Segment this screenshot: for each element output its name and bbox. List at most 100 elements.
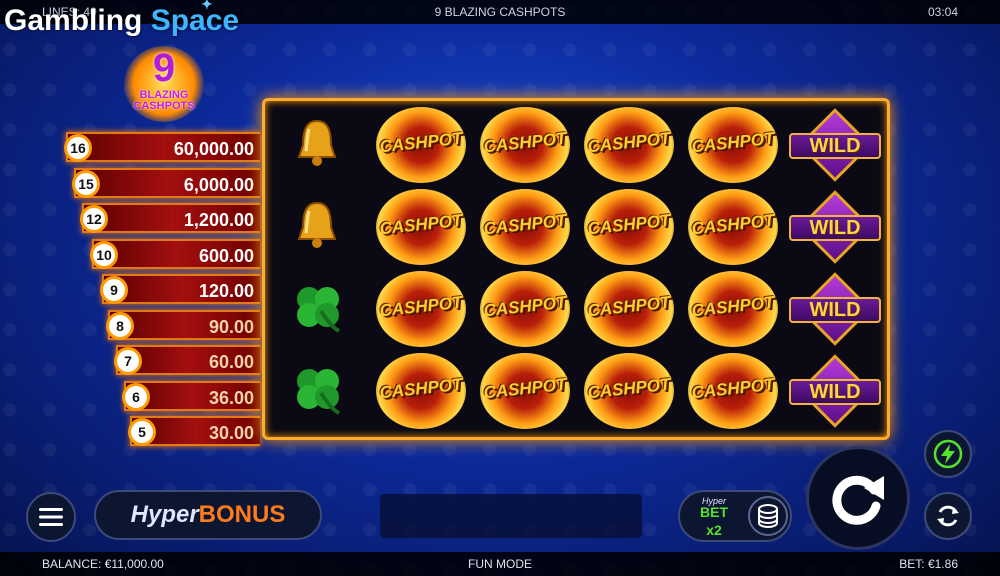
reel-cell-cashpot: CASHPOT xyxy=(579,269,679,349)
ladder-row: 16 60,000.00 xyxy=(64,132,260,162)
turbo-button[interactable] xyxy=(924,430,972,478)
bell-icon xyxy=(297,201,337,248)
logo-number: 9 xyxy=(152,46,176,90)
clover-icon xyxy=(297,287,340,333)
wild-label: WILD xyxy=(789,215,881,241)
ladder-row: 9 120.00 xyxy=(100,274,260,304)
cashpot-symbol: CASHPOT xyxy=(376,353,466,429)
spin-button[interactable] xyxy=(806,446,910,550)
mode-text: FUN MODE xyxy=(468,557,532,571)
bottom-bar: BALANCE: €11,000.00 FUN MODE BET: €1.86 xyxy=(0,552,1000,576)
stake-button[interactable] xyxy=(748,496,788,536)
reel-cell-cashpot: CASHPOT xyxy=(475,269,575,349)
reel-cell-wild: WILD xyxy=(785,269,885,349)
spin-arrow-icon xyxy=(832,475,884,525)
reel-grid: CASHPOT CASHPOT CASHPOT CASHPOT WILD CASHPOT C… xyxy=(262,98,890,440)
ladder-row: 10 600.00 xyxy=(90,238,260,269)
ladder-count: 10 xyxy=(90,240,118,269)
ladder-value: 90.00 xyxy=(208,316,254,337)
reel-cell-wild: WILD xyxy=(785,105,885,185)
ladder-count: 9 xyxy=(100,276,128,304)
cashpot-symbol: CASHPOT xyxy=(688,107,778,183)
ladder-count: 5 xyxy=(128,418,156,446)
cashpot-symbol: CASHPOT xyxy=(480,353,570,429)
ladder-row: 7 60.00 xyxy=(114,345,260,375)
bell-icon xyxy=(297,119,337,166)
cashpot-symbol: CASHPOT xyxy=(376,189,466,265)
wild-label: WILD xyxy=(789,133,881,159)
cashpot-label: CASHPOT xyxy=(690,210,776,239)
brand-watermark: Gambling Space ✦ xyxy=(4,0,240,38)
cashpot-symbol: CASHPOT xyxy=(376,271,466,347)
wild-symbol: WILD xyxy=(789,354,881,428)
reel-cell-clover xyxy=(267,269,367,349)
reel-cell-cashpot: CASHPOT xyxy=(683,105,783,185)
cashpot-symbol: CASHPOT xyxy=(376,107,466,183)
reel-cell-cashpot: CASHPOT xyxy=(475,105,575,185)
cashpot-label: CASHPOT xyxy=(482,374,568,403)
cashpot-symbol: CASHPOT xyxy=(480,271,570,347)
ladder-count: 16 xyxy=(64,134,92,162)
cashpot-label: CASHPOT xyxy=(690,374,776,403)
reel-cell-wild: WILD xyxy=(785,187,885,267)
hyper-label: Hyper xyxy=(130,501,199,528)
reel-cell-cashpot: CASHPOT xyxy=(371,351,471,431)
game-logo: 9 BLAZING CASHPOTS xyxy=(124,46,204,122)
reel-cell-cashpot: CASHPOT xyxy=(579,351,679,431)
bet-text: BET: €1.86 xyxy=(899,557,958,571)
cashpot-symbol: CASHPOT xyxy=(688,353,778,429)
cashpot-label: CASHPOT xyxy=(378,374,464,403)
cashpot-symbol: CASHPOT xyxy=(584,189,674,265)
brand-part1: Gambling xyxy=(4,4,143,37)
cashpot-symbol: CASHPOT xyxy=(584,107,674,183)
ladder-value: 36.00 xyxy=(208,387,254,408)
star-icon: ✦ xyxy=(201,0,213,12)
reel-cell-cashpot: CASHPOT xyxy=(371,269,471,349)
ladder-value: 6,000.00 xyxy=(183,174,254,195)
ladder-value: 30.00 xyxy=(208,423,254,443)
cashpot-label: CASHPOT xyxy=(482,210,568,239)
hyper-bonus-button[interactable]: HyperBONUS xyxy=(94,490,322,540)
wild-symbol: WILD xyxy=(789,108,881,182)
wild-symbol: WILD xyxy=(789,272,881,346)
wild-label: WILD xyxy=(789,297,881,323)
ladder-row: 5 30.00 xyxy=(128,416,260,446)
clock: 03:04 xyxy=(927,5,958,19)
reel-cell-cashpot: CASHPOT xyxy=(683,187,783,267)
ladder-row: 12 1,200.00 xyxy=(80,203,260,233)
clover-icon xyxy=(297,369,340,415)
ladder-count: 12 xyxy=(80,205,108,233)
brand-part2: Space xyxy=(150,4,240,37)
logo-line2: CASHPOTS xyxy=(133,100,195,112)
cashpot-label: CASHPOT xyxy=(586,210,672,239)
wild-symbol: WILD xyxy=(789,190,881,264)
cashpot-symbol: CASHPOT xyxy=(480,107,570,183)
hyperbet-multiplier: x2 xyxy=(706,522,722,538)
ladder-value: 60.00 xyxy=(208,352,254,372)
reel-cell-clover xyxy=(267,351,367,431)
reel-cell-bell xyxy=(267,187,367,267)
reel-cell-cashpot: CASHPOT xyxy=(579,105,679,185)
ladder-value: 60,000.00 xyxy=(173,139,254,159)
reel-cell-cashpot: CASHPOT xyxy=(683,269,783,349)
cashpot-symbol: CASHPOT xyxy=(688,271,778,347)
menu-button[interactable] xyxy=(26,492,76,542)
lightning-icon xyxy=(933,439,963,469)
cashpot-label: CASHPOT xyxy=(690,128,776,157)
hamburger-icon xyxy=(39,508,63,526)
cashpot-symbol: CASHPOT xyxy=(584,353,674,429)
reel-cell-cashpot: CASHPOT xyxy=(371,187,471,267)
reel-cell-cashpot: CASHPOT xyxy=(683,351,783,431)
autoplay-button[interactable] xyxy=(924,492,972,540)
cashpot-symbol: CASHPOT xyxy=(688,189,778,265)
cashpot-symbol: CASHPOT xyxy=(480,189,570,265)
message-panel xyxy=(380,494,642,538)
bonus-label: BONUS xyxy=(198,501,286,528)
cashpot-label: CASHPOT xyxy=(586,374,672,403)
hyper-bet-button[interactable]: Hyper BET x2 xyxy=(678,490,792,542)
ladder-value: 120.00 xyxy=(198,281,254,301)
reel-cell-cashpot: CASHPOT xyxy=(371,105,471,185)
ladder-count: 15 xyxy=(72,169,100,198)
cashpot-label: CASHPOT xyxy=(378,128,464,157)
cashpot-label: CASHPOT xyxy=(690,292,776,321)
